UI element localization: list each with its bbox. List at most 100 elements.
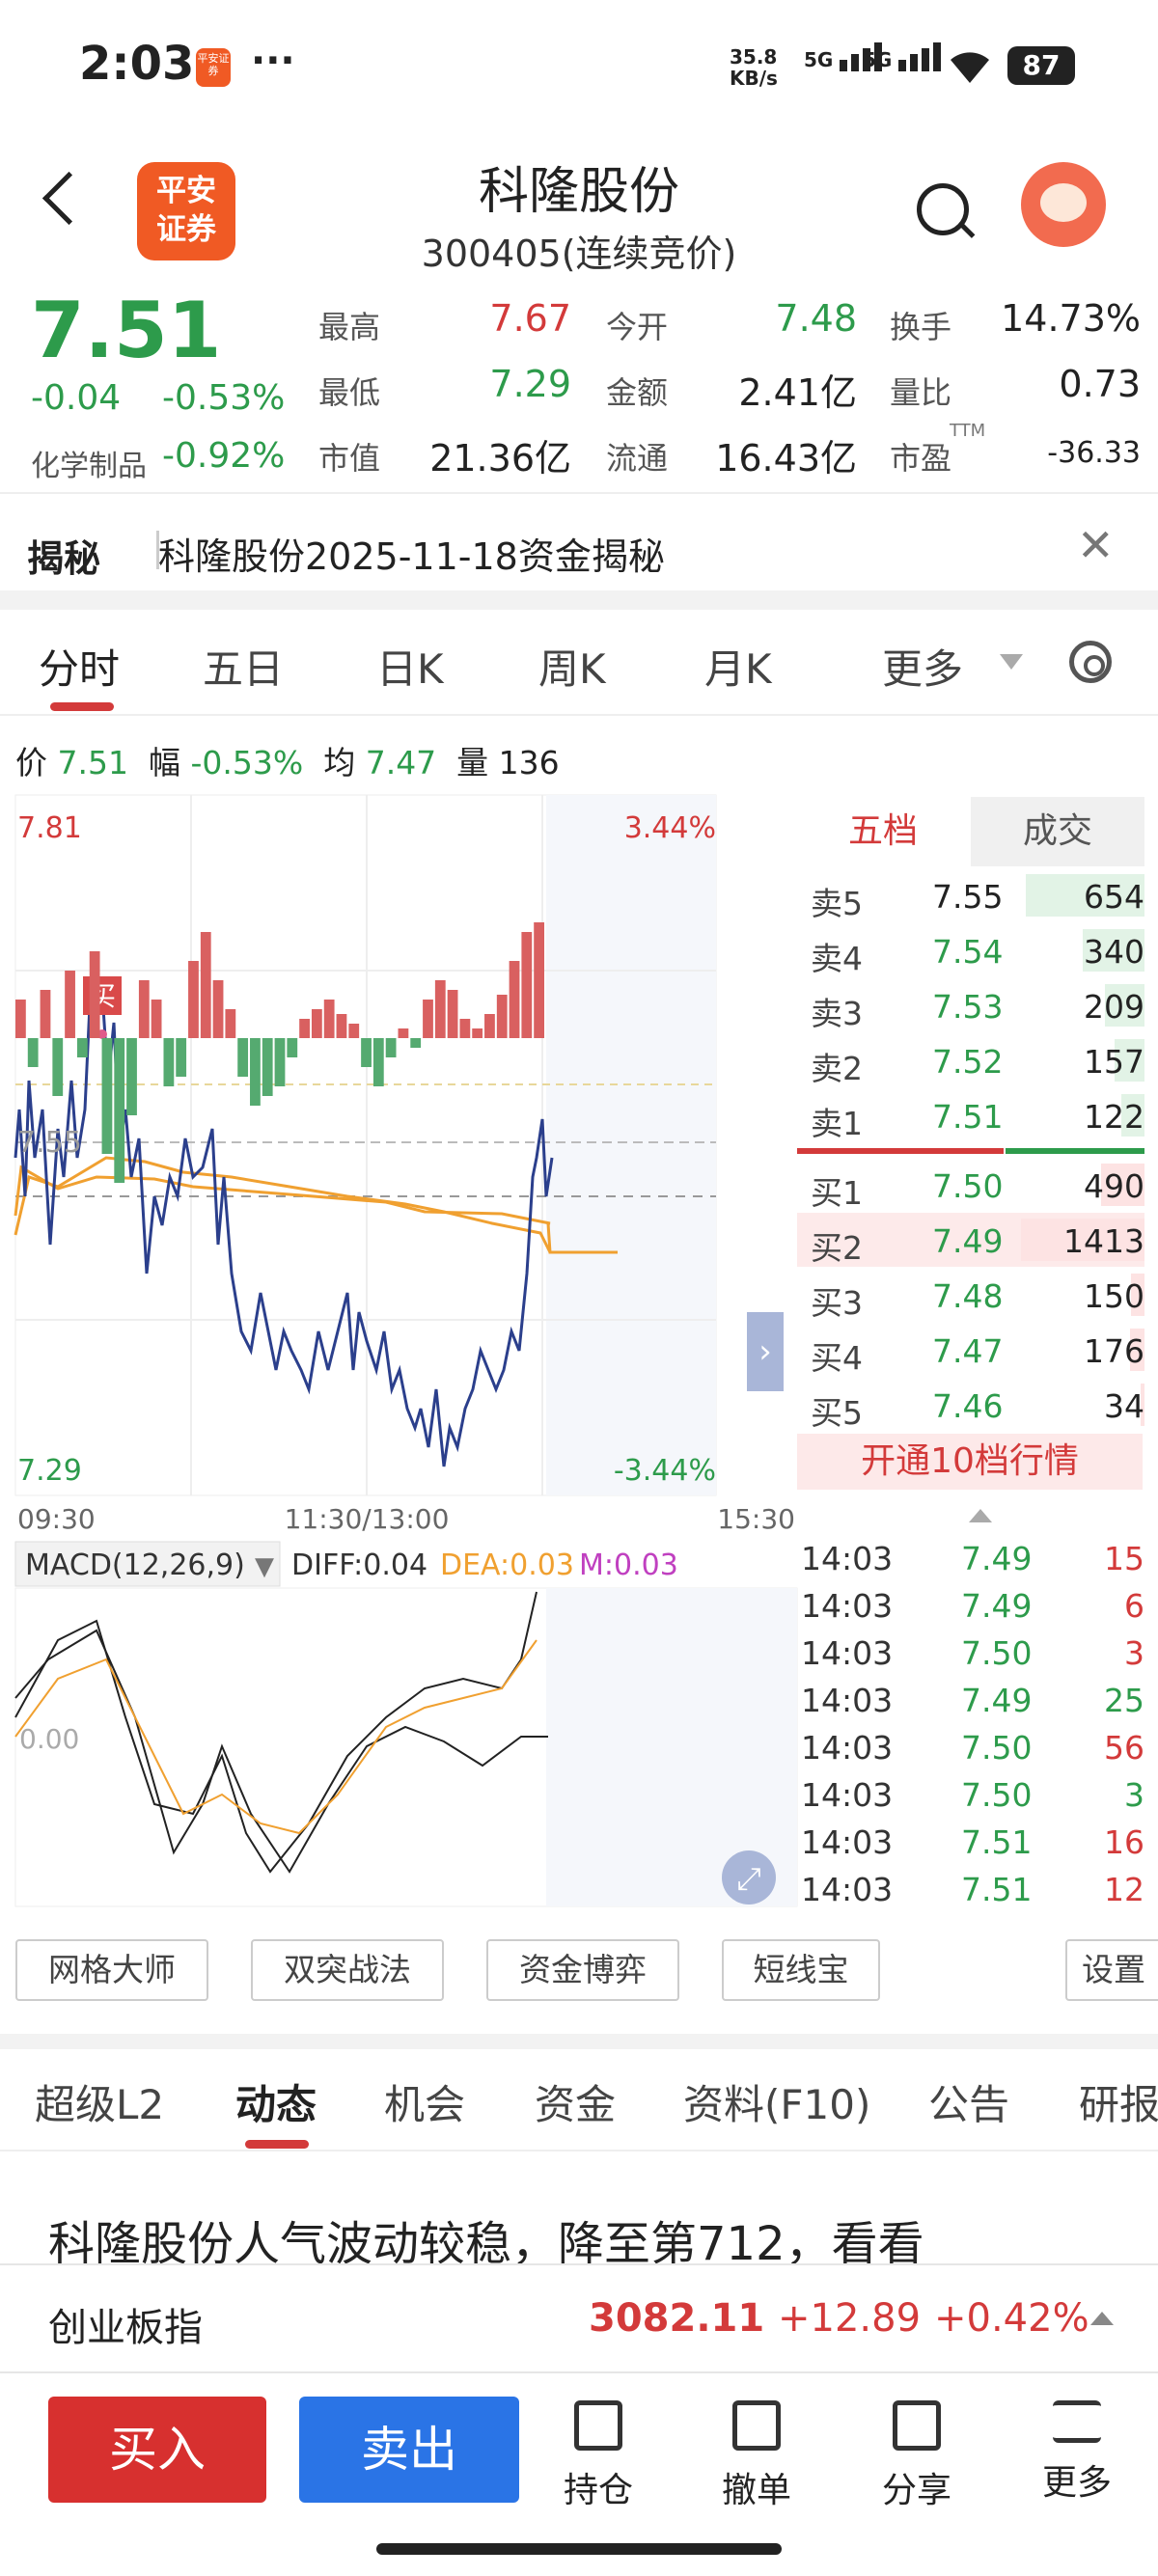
sell-button[interactable]: 卖出 xyxy=(299,2397,519,2503)
quote-value: 7.48 xyxy=(775,297,857,340)
kline-tab[interactable]: 周K xyxy=(538,637,606,696)
trade-v: 3 xyxy=(1124,1634,1144,1672)
level-label: 买1 xyxy=(811,1174,863,1212)
intraday-chart[interactable]: 买 7.81 3.44% 7.29 -3.44% 7.55 › 09:30 11… xyxy=(0,791,801,1930)
ask-row[interactable]: 卖2 7.52 157 xyxy=(797,1033,1144,1087)
back-icon[interactable] xyxy=(41,171,96,226)
status-time: 2:03 xyxy=(79,37,195,91)
macd-bar xyxy=(250,1038,261,1106)
chevron-down-icon[interactable] xyxy=(1000,654,1023,670)
ask-row[interactable]: 卖1 7.51 122 xyxy=(797,1088,1144,1142)
quote-label: 最低 xyxy=(318,374,381,411)
banner-text[interactable]: 科隆股份2025-11-18资金揭秘 xyxy=(158,527,665,580)
ask-row[interactable]: 卖3 7.53 209 xyxy=(797,978,1144,1032)
more-button[interactable]: 更多 xyxy=(1019,2400,1135,2505)
section-tab[interactable]: 公告 xyxy=(928,2072,1009,2131)
buy-button[interactable]: 买入 xyxy=(48,2397,266,2503)
trade-row: 14:03 7.49 25 xyxy=(801,1678,1144,1725)
macd-bar xyxy=(398,1028,409,1038)
level-volume: 157 xyxy=(1084,1043,1144,1081)
trade-row: 14:03 7.51 16 xyxy=(801,1820,1144,1867)
y-max-label: 7.81 xyxy=(17,811,82,845)
tab-trades[interactable]: 成交 xyxy=(971,797,1144,866)
close-icon[interactable]: ✕ xyxy=(1077,519,1115,571)
trade-t: 14:03 xyxy=(801,1682,894,1719)
macd-bar xyxy=(151,1000,162,1038)
gear-icon[interactable] xyxy=(1069,641,1112,683)
industry-name[interactable]: 化学制品 xyxy=(31,442,147,484)
battery-icon: 87 xyxy=(1007,46,1075,85)
share-button[interactable]: 分享 xyxy=(859,2400,975,2512)
bid-row[interactable]: 买3 7.48 150 xyxy=(797,1268,1144,1322)
ask-row[interactable]: 卖5 7.55 654 xyxy=(797,868,1144,922)
tool-button[interactable]: 资金博弈 xyxy=(486,1939,679,2001)
level-label: 买4 xyxy=(811,1339,863,1377)
trade-t: 14:03 xyxy=(801,1729,894,1767)
tool-button[interactable]: 短线宝 xyxy=(722,1939,880,2001)
bid-row[interactable]: 买4 7.47 176 xyxy=(797,1323,1144,1377)
trade-row: 14:03 7.50 56 xyxy=(801,1725,1144,1772)
quote-label: 金额 xyxy=(606,374,669,411)
upgrade-level10-button[interactable]: 开通10档行情 xyxy=(797,1434,1143,1490)
quote-label: 换手 xyxy=(890,309,952,345)
trade-t: 14:03 xyxy=(801,1871,894,1908)
quote-label: 市值 xyxy=(318,440,381,477)
bid-row[interactable]: 买5 7.46 34 xyxy=(797,1378,1144,1432)
level-price: 7.48 xyxy=(932,1277,1004,1315)
ask-row[interactable]: 卖4 7.54 340 xyxy=(797,923,1144,977)
macd-bar xyxy=(323,1000,335,1038)
macd-bar xyxy=(163,1038,175,1086)
avatar[interactable] xyxy=(1021,162,1106,247)
kline-tab[interactable]: 分时 xyxy=(39,637,120,696)
tab-order-book[interactable]: 五档 xyxy=(797,797,969,866)
section-tab[interactable]: 动态 xyxy=(235,2072,317,2131)
tool-button[interactable]: 双突战法 xyxy=(251,1939,444,2001)
positions-button[interactable]: 持仓 xyxy=(540,2400,656,2512)
macd-bar xyxy=(101,1038,113,1154)
macd-bar xyxy=(459,1019,471,1038)
bid-row[interactable]: 买2 7.49 1413 xyxy=(797,1213,1144,1267)
kline-tab[interactable]: 更多 xyxy=(882,637,963,696)
section-tab[interactable]: 资料(F10) xyxy=(683,2072,870,2131)
search-icon[interactable] xyxy=(917,183,969,235)
kline-tab[interactable]: 日K xyxy=(376,637,444,696)
index-change: +12.89 xyxy=(778,2296,922,2341)
level-volume: 122 xyxy=(1084,1098,1144,1136)
macd-m: M:0.03 xyxy=(579,1548,678,1582)
trade-p: 7.49 xyxy=(961,1540,1033,1577)
chevron-up-icon[interactable] xyxy=(1090,2312,1114,2325)
settings-button[interactable]: 设置 xyxy=(1065,1939,1158,2001)
macd-bar xyxy=(434,980,446,1038)
wifi-icon xyxy=(951,52,989,83)
home-indicator[interactable] xyxy=(376,2543,782,2555)
macd-bar xyxy=(65,971,75,1038)
bid-row[interactable]: 买1 7.50 490 xyxy=(797,1158,1144,1212)
cancel-order-button[interactable]: 撤单 xyxy=(699,2400,814,2512)
share-icon xyxy=(893,2400,941,2451)
macd-selector: MACD(12,26,9) xyxy=(25,1548,245,1582)
quote-label: 市盈 xyxy=(890,440,952,477)
macd-bar xyxy=(509,961,520,1038)
level-label: 买2 xyxy=(811,1229,863,1267)
trade-t: 14:03 xyxy=(801,1540,894,1577)
signal-icon-2: 5G xyxy=(863,42,945,71)
macd-bar xyxy=(27,1038,39,1067)
trade-v: 6 xyxy=(1124,1587,1144,1625)
quote-value: 16.43亿 xyxy=(715,437,857,480)
chevron-up-icon[interactable] xyxy=(969,1509,992,1522)
macd-bar xyxy=(114,1038,125,1183)
tool-button[interactable]: 网格大师 xyxy=(15,1939,208,2001)
macd-bar xyxy=(447,990,458,1038)
section-tab[interactable]: 机会 xyxy=(384,2072,465,2131)
level-label: 买5 xyxy=(811,1394,863,1432)
kline-tab[interactable]: 月K xyxy=(704,637,772,696)
trade-v: 15 xyxy=(1104,1540,1144,1577)
menu-icon xyxy=(1053,2400,1101,2443)
pct-max-label: 3.44% xyxy=(624,811,716,845)
price-change-pct: -0.53% xyxy=(162,378,286,418)
section-tab[interactable]: 资金 xyxy=(535,2072,616,2131)
kline-tab[interactable]: 五日 xyxy=(203,637,284,696)
section-tab[interactable]: 超级L2 xyxy=(35,2072,164,2131)
section-tab[interactable]: 研报 xyxy=(1079,2072,1158,2131)
undo-icon xyxy=(732,2400,781,2451)
